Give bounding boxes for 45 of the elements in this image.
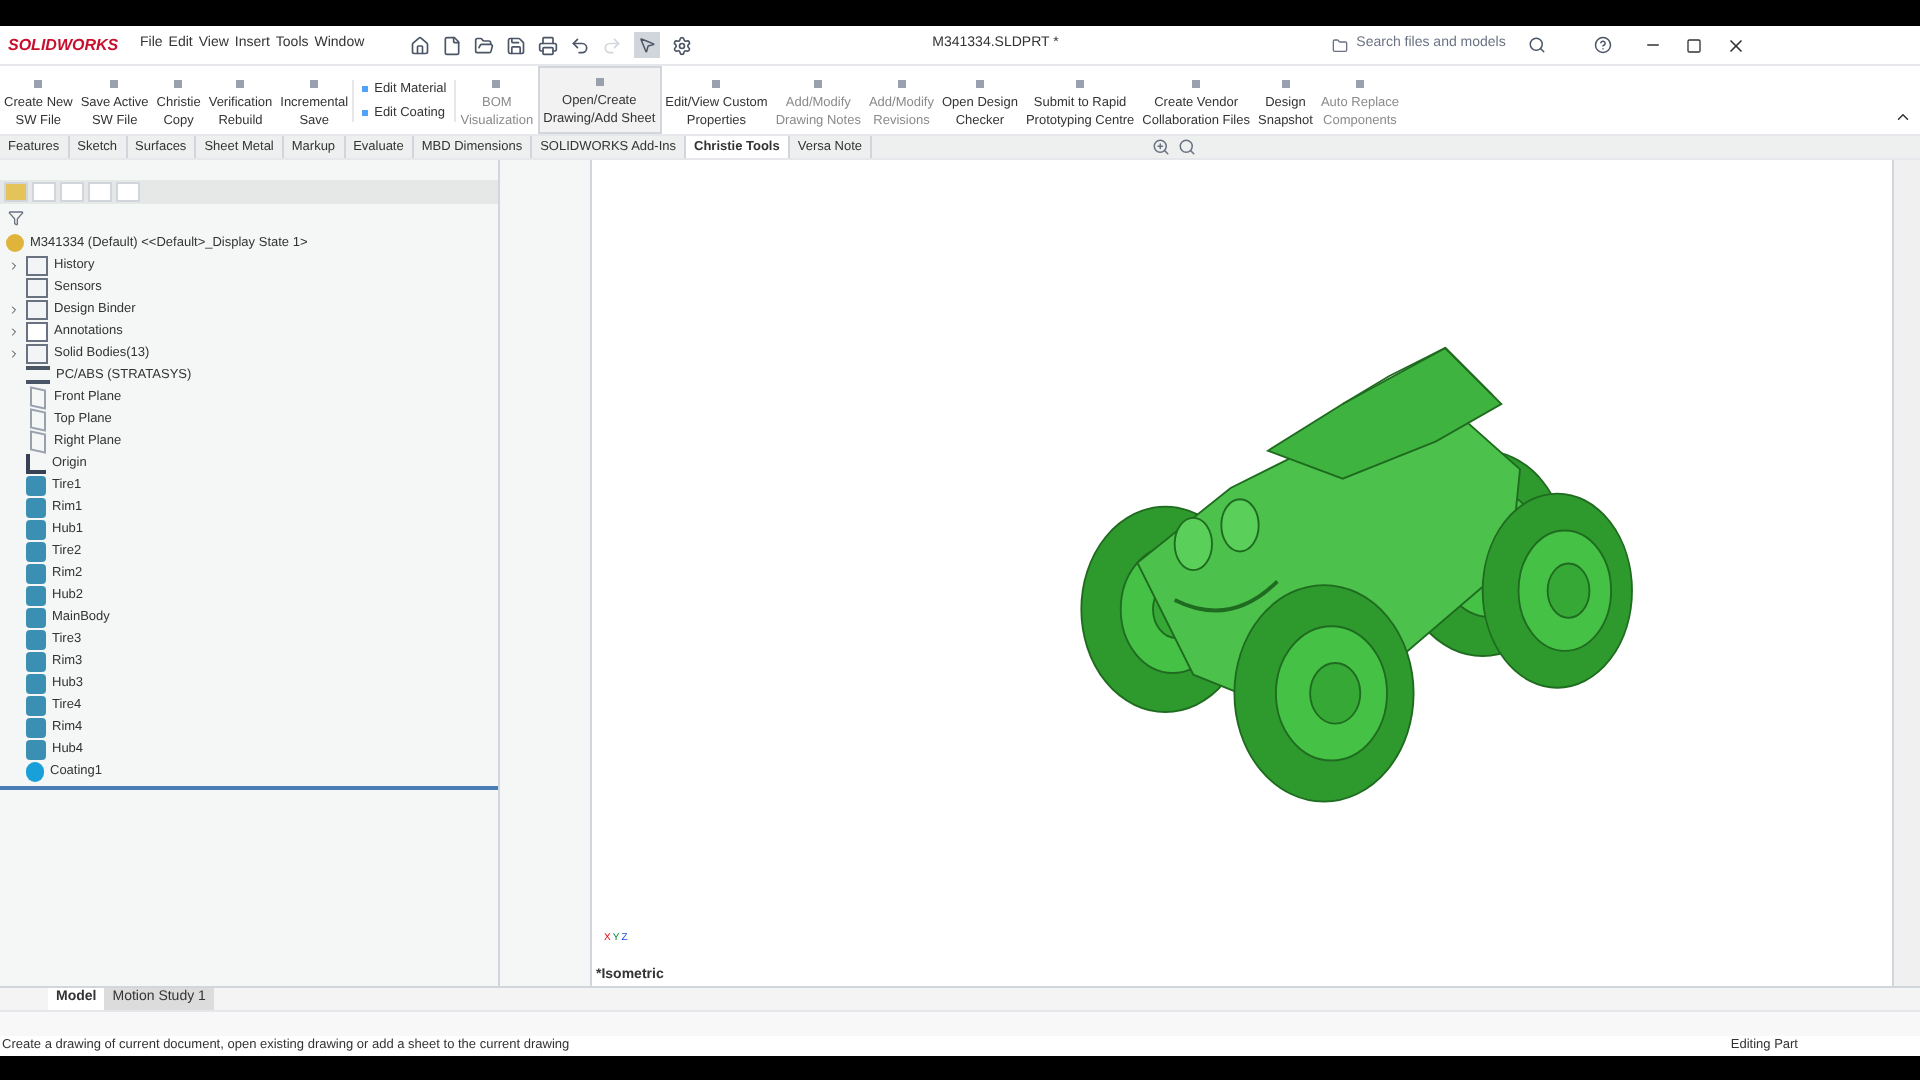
select-tool[interactable] [634,32,661,58]
help-icon[interactable] [1594,36,1613,54]
command-icon [712,80,721,88]
folder-icon [26,343,48,363]
search-icon[interactable] [1178,138,1197,156]
collapse-icon[interactable] [1894,108,1912,126]
search-icon[interactable] [1528,36,1547,54]
command-icon [492,80,501,88]
origin-icon [26,453,46,473]
folder-icon [26,299,48,319]
expand-icon[interactable] [8,259,20,271]
new-file-icon[interactable] [442,35,463,55]
command-icon [1281,80,1290,88]
material-icon [26,366,50,384]
command-icon [34,80,43,88]
zoom-icon[interactable] [1152,138,1171,156]
folder-icon [26,255,48,275]
command-icon [310,80,319,88]
filter-icon[interactable] [8,210,24,226]
save-icon[interactable] [506,35,527,55]
annotation-icon [26,321,48,341]
part-icon [6,234,24,252]
folder-icon [1332,37,1349,53]
undo-icon[interactable] [570,35,591,55]
command-icon [897,80,906,88]
folder-icon [26,277,48,297]
restore-icon[interactable] [1686,37,1703,53]
open-icon[interactable] [474,35,495,55]
home-icon[interactable] [410,35,431,55]
command-icon [236,80,245,88]
print-icon[interactable] [538,35,559,55]
command-icon [1076,80,1085,88]
command-icon [174,80,183,88]
bullet-icon [362,85,369,91]
close-icon[interactable] [1726,35,1747,55]
command-icon [1192,80,1201,88]
droplet-icon [26,761,44,781]
command-icon [975,80,984,88]
command-icon [1355,80,1364,88]
settings-icon[interactable] [672,35,693,55]
command-icon [595,78,604,86]
command-icon [814,80,823,88]
app-logo: SOLIDWORKS [8,33,121,57]
bullet-icon [362,109,369,115]
command-icon [110,80,119,88]
